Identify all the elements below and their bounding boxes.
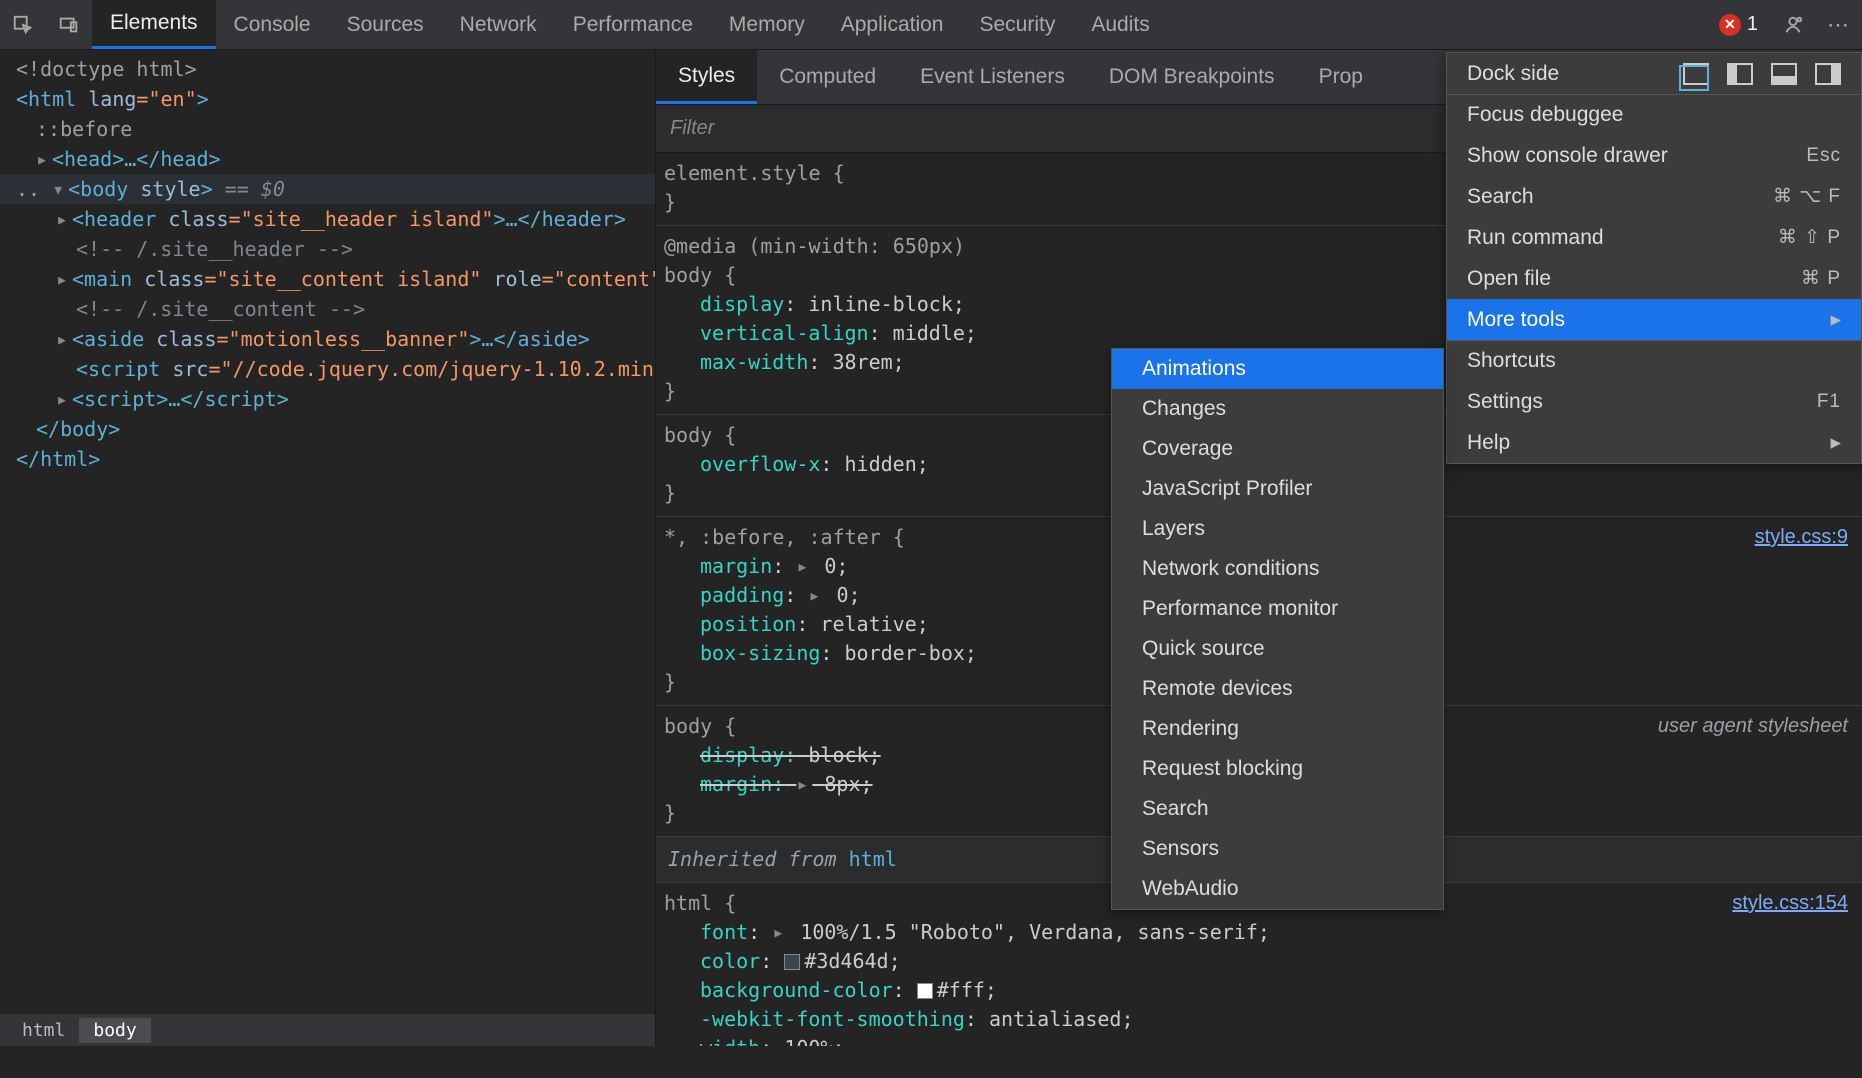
submenu-item-search[interactable]: Search (1112, 789, 1443, 829)
dom-tree[interactable]: <!doctype html> <html lang="en"> ::befor… (0, 50, 655, 1014)
submenu-item-coverage[interactable]: Coverage (1112, 429, 1443, 469)
dom-node[interactable]: <header class="site__header island">…</h… (16, 204, 649, 234)
submenu-item-animations[interactable]: Animations (1112, 349, 1443, 389)
submenu-item-sensors[interactable]: Sensors (1112, 829, 1443, 869)
dom-node[interactable]: <html lang="en"> (16, 84, 649, 114)
elements-panel: <!doctype html> <html lang="en"> ::befor… (0, 50, 655, 1046)
submenu-item-performance-monitor[interactable]: Performance monitor (1112, 589, 1443, 629)
dock-undock-icon[interactable] (1683, 63, 1709, 85)
dom-node[interactable]: <main class="site__content island" role=… (16, 264, 649, 294)
dom-node[interactable]: <aside class="motionless__banner">…</asi… (16, 324, 649, 354)
css-declaration[interactable]: -webkit-font-smoothing: antialiased; (664, 1005, 1850, 1034)
panel-tab-audits[interactable]: Audits (1073, 0, 1167, 49)
dom-node[interactable]: </html> (16, 444, 649, 474)
dom-node[interactable]: </body> (16, 414, 649, 444)
menu-item-shortcuts[interactable]: Shortcuts (1447, 340, 1861, 381)
menu-item-settings[interactable]: SettingsF1 (1447, 381, 1861, 422)
submenu-item-changes[interactable]: Changes (1112, 389, 1443, 429)
panel-tab-memory[interactable]: Memory (711, 0, 823, 49)
submenu-item-rendering[interactable]: Rendering (1112, 709, 1443, 749)
submenu-item-remote-devices[interactable]: Remote devices (1112, 669, 1443, 709)
css-declaration[interactable]: background-color: #fff; (664, 976, 1850, 1005)
error-count: 1 (1747, 13, 1758, 36)
panel-tab-network[interactable]: Network (442, 0, 555, 49)
sidebar-tab-styles[interactable]: Styles (656, 50, 757, 104)
dom-node[interactable]: <!doctype html> (16, 54, 649, 84)
sidebar-tab-computed[interactable]: Computed (757, 50, 898, 104)
menu-item-focus-debuggee[interactable]: Focus debuggee (1447, 94, 1861, 135)
submenu-item-network-conditions[interactable]: Network conditions (1112, 549, 1443, 589)
error-icon: ✕ (1719, 14, 1741, 36)
inspect-element-icon[interactable] (0, 0, 46, 49)
panel-tabs: ElementsConsoleSourcesNetworkPerformance… (92, 0, 1168, 49)
submenu-item-javascript-profiler[interactable]: JavaScript Profiler (1112, 469, 1443, 509)
sidebar-tab-prop[interactable]: Prop (1297, 50, 1385, 104)
panel-tab-console[interactable]: Console (216, 0, 329, 49)
error-count-badge[interactable]: ✕ 1 (1707, 13, 1770, 36)
dock-left-icon[interactable] (1727, 63, 1753, 85)
css-declaration[interactable]: font: ▸ 100%/1.5 "Roboto", Verdana, sans… (664, 918, 1850, 947)
sidebar-tab-event-listeners[interactable]: Event Listeners (898, 50, 1087, 104)
menu-item-show-console-drawer[interactable]: Show console drawerEsc (1447, 135, 1861, 176)
dock-side-row: Dock side (1447, 53, 1861, 94)
dom-node[interactable]: ::before (16, 114, 649, 144)
menu-item-search[interactable]: Search⌘ ⌥ F (1447, 176, 1861, 217)
source-link[interactable]: style.css:9 (1755, 523, 1848, 552)
feedback-icon[interactable] (1770, 0, 1816, 49)
submenu-item-request-blocking[interactable]: Request blocking (1112, 749, 1443, 789)
panel-tab-elements[interactable]: Elements (92, 0, 216, 49)
menu-item-run-command[interactable]: Run command⌘ ⇧ P (1447, 217, 1861, 258)
main-menu: Dock side Focus debuggeeShow console dra… (1446, 52, 1862, 464)
panel-tab-application[interactable]: Application (823, 0, 962, 49)
dom-node[interactable]: <head>…</head> (16, 144, 649, 174)
submenu-item-layers[interactable]: Layers (1112, 509, 1443, 549)
breadcrumb-item[interactable]: body (79, 1018, 150, 1043)
menu-item-more-tools[interactable]: More tools (1447, 299, 1861, 340)
css-declaration[interactable]: width: 100%; (664, 1034, 1850, 1046)
css-declaration[interactable]: color: #3d464d; (664, 947, 1850, 976)
dom-node[interactable]: <!-- /.site__header --> (16, 234, 649, 264)
dom-node[interactable]: <script src="//code.jquery.com/jquery-1.… (16, 354, 649, 384)
panel-tab-sources[interactable]: Sources (329, 0, 442, 49)
panel-tab-performance[interactable]: Performance (555, 0, 711, 49)
device-toolbar-icon[interactable] (46, 0, 92, 49)
dock-side-label: Dock side (1467, 62, 1559, 86)
breadcrumb-item[interactable]: html (8, 1018, 79, 1043)
more-tools-submenu: AnimationsChangesCoverageJavaScript Prof… (1111, 348, 1444, 910)
submenu-item-quick-source[interactable]: Quick source (1112, 629, 1443, 669)
devtools-toolbar: ElementsConsoleSourcesNetworkPerformance… (0, 0, 1862, 50)
dom-node[interactable]: <script>…</script> (16, 384, 649, 414)
dom-node-selected[interactable]: .. <body style> == $0 (0, 174, 689, 204)
kebab-menu-icon[interactable]: ⋯ (1816, 0, 1862, 49)
dom-node[interactable]: <!-- /.site__content --> (16, 294, 649, 324)
menu-item-open-file[interactable]: Open file⌘ P (1447, 258, 1861, 299)
ua-stylesheet-label: user agent stylesheet (1658, 712, 1848, 741)
panel-tab-security[interactable]: Security (961, 0, 1073, 49)
source-link[interactable]: style.css:154 (1732, 889, 1848, 918)
dock-right-icon[interactable] (1815, 63, 1841, 85)
dock-bottom-icon[interactable] (1771, 63, 1797, 85)
sidebar-tab-dom-breakpoints[interactable]: DOM Breakpoints (1087, 50, 1297, 104)
breadcrumb: html body (0, 1014, 655, 1046)
menu-item-help[interactable]: Help (1447, 422, 1861, 463)
submenu-item-webaudio[interactable]: WebAudio (1112, 869, 1443, 909)
